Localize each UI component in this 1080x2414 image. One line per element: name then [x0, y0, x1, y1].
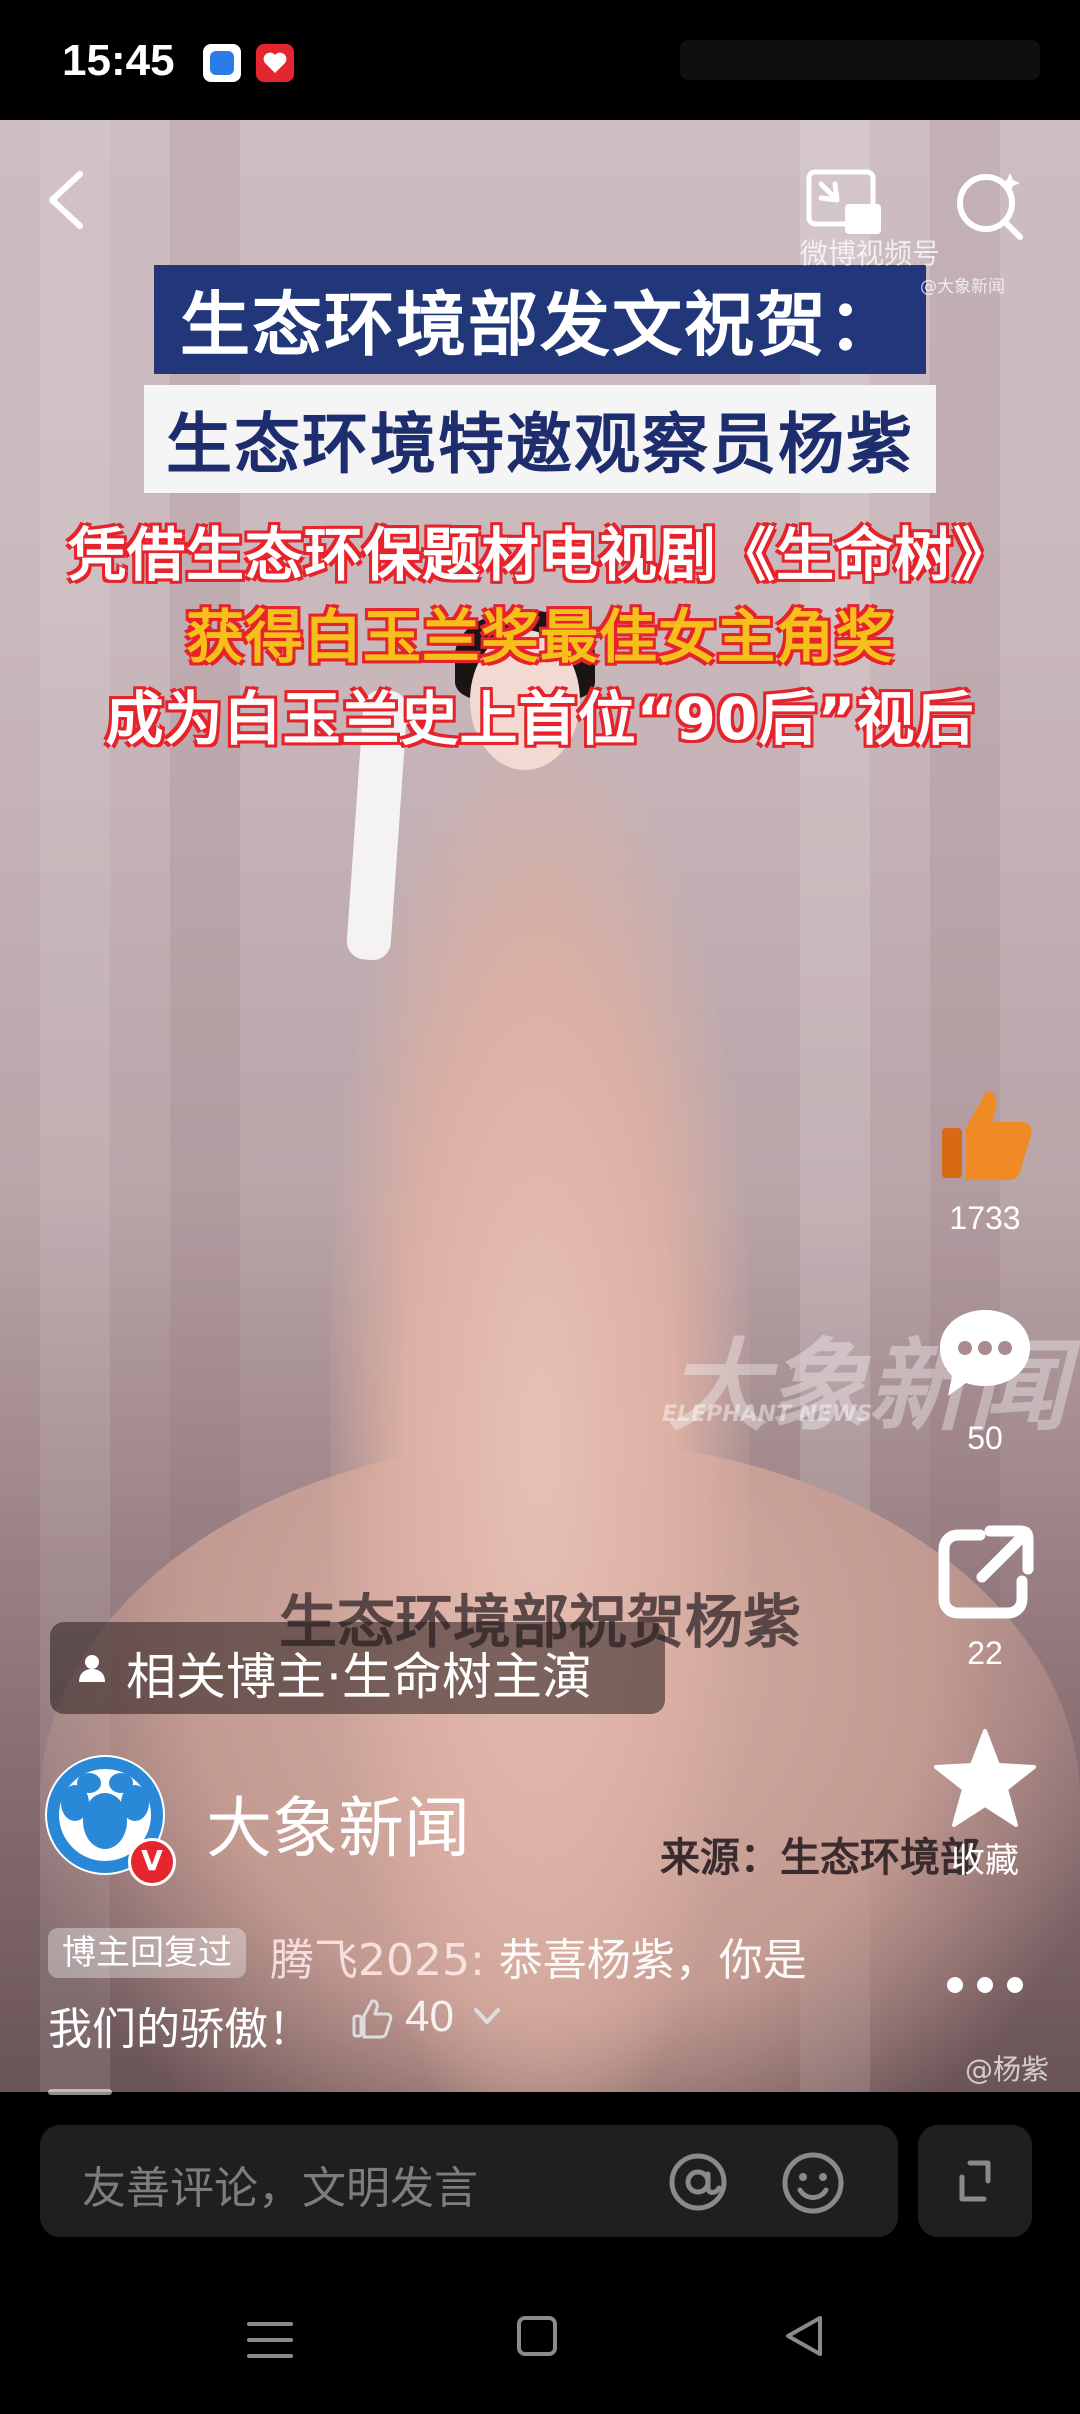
like-button[interactable]: 1733 [925, 1080, 1045, 1237]
back-button[interactable] [38, 160, 98, 240]
author-name[interactable]: 大象新闻 [206, 1775, 470, 1871]
corner-watermark: @杨紫 [965, 2053, 1050, 2086]
browser-app-icon [203, 44, 241, 82]
person-icon [79, 1655, 105, 1682]
at-icon[interactable] [666, 2150, 730, 2214]
search-button[interactable] [950, 165, 1030, 245]
share-icon [938, 1525, 1034, 1619]
comment-like-icon[interactable] [350, 1996, 394, 2040]
verified-badge: V [128, 1838, 176, 1886]
top-comment-line-2[interactable]: 我们的骄傲！ [48, 1993, 312, 2057]
search-icon [957, 173, 1023, 240]
favorite-label: 收藏 [951, 1842, 1019, 1880]
share-count: 22 [967, 1635, 1003, 1671]
comment-input-placeholder[interactable]: 友善评论，文明发言 [82, 2152, 478, 2216]
back-icon [49, 171, 83, 229]
favorite-button[interactable]: 收藏 [925, 1725, 1045, 1882]
more-button[interactable] [940, 1970, 1030, 2000]
comment-username[interactable]: 腾飞2025: [270, 1935, 485, 1986]
favorite-icon [934, 1729, 1036, 1827]
comment-text: 恭喜杨紫，你是 [484, 1935, 807, 1986]
comment-button[interactable]: 50 [925, 1300, 1045, 1457]
related-blogger-text[interactable]: 相关博主·生命树主演 [126, 1637, 592, 1709]
fullscreen-icon [959, 2160, 991, 2202]
chevron-down-icon[interactable] [472, 2005, 502, 2027]
weibo-notification-icon [256, 44, 294, 82]
comment-icon [940, 1310, 1030, 1396]
headline-line-2: 生态环境特邀观察员杨紫 [0, 385, 1080, 493]
menu-icon[interactable] [245, 2318, 295, 2362]
headline-line-4: 获得白玉兰奖最佳女主角奖 [185, 603, 894, 671]
headline-line-3: 凭借生态环保题材电视剧《生命树》 [67, 521, 1012, 589]
status-bar: 15:45 [0, 0, 1080, 120]
elephant-news-watermark-en: ELEPHANT NEWS [662, 1402, 873, 1427]
pip-icon [806, 169, 881, 234]
pip-button[interactable] [805, 168, 885, 240]
comment-count: 50 [967, 1420, 1003, 1456]
author-replied-badge: 博主回复过 [48, 1928, 246, 1978]
more-icon [947, 1977, 1023, 1993]
video-progress-bar[interactable] [48, 2089, 112, 2095]
emoji-icon[interactable] [780, 2150, 846, 2216]
comment-like-count: 40 [405, 1992, 454, 2041]
fullscreen-button[interactable] [918, 2125, 1032, 2237]
like-icon [942, 1091, 1032, 1180]
nav-back-icon[interactable] [780, 2312, 826, 2360]
status-time: 15:45 [62, 36, 175, 85]
headline-line-5: 成为白玉兰史上首位“90后”视后 [105, 685, 975, 753]
home-icon[interactable] [515, 2314, 559, 2358]
top-comment-line-1[interactable]: 腾飞2025: 恭喜杨紫，你是 [270, 1924, 807, 1988]
system-indicators [680, 40, 1040, 80]
share-button[interactable]: 22 [925, 1515, 1045, 1672]
like-count: 1733 [949, 1200, 1021, 1236]
